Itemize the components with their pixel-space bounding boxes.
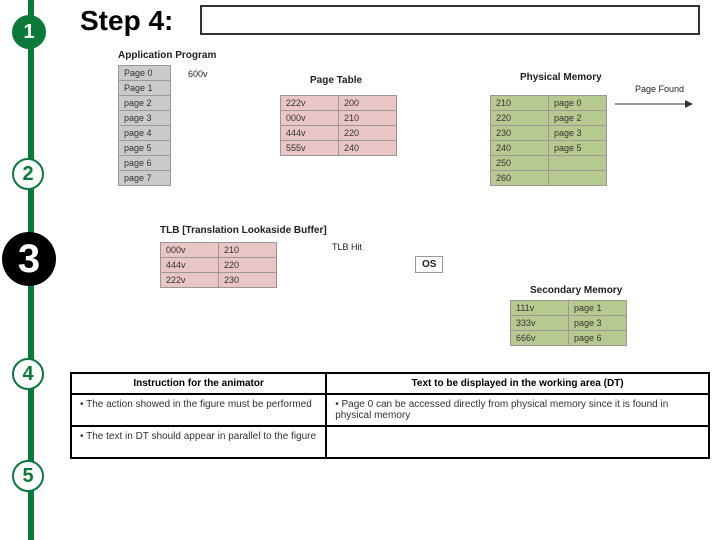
annot-pagefound: Page Found [635,84,684,94]
sm-cell: page 6 [569,331,627,346]
app-cell: Page 0 [119,66,171,81]
app-cell: page 6 [119,156,171,171]
page-title: Step 4: [80,5,173,37]
pm-cell: page 3 [549,126,607,141]
pt-cell: 240 [339,141,397,156]
step-marker-2: 2 [12,158,44,190]
os-box: OS [415,256,443,273]
pm-cell: 210 [491,96,549,111]
pm-cell: 220 [491,111,549,126]
tlb-cell: 230 [219,273,277,288]
pm-cell [549,171,607,186]
app-cell: page 7 [119,171,171,186]
step-marker-1: 1 [12,15,46,49]
tlb-cell: 220 [219,258,277,273]
instr-cell [326,426,709,458]
pm-cell [549,156,607,171]
pm-cell: 250 [491,156,549,171]
app-cell: page 5 [119,141,171,156]
instr-header: Instruction for the animator [71,373,326,394]
pt-cell: 000v [281,111,339,126]
tlb-cell: 000v [161,243,219,258]
step-marker-5: 5 [12,460,44,492]
pt-cell: 222v [281,96,339,111]
label-pm: Physical Memory [520,72,602,83]
pm-cell: 230 [491,126,549,141]
step-marker-3: 3 [2,232,56,286]
app-cell: page 3 [119,111,171,126]
sm-cell: 111v [511,301,569,316]
pm-cell: page 0 [549,96,607,111]
pt-cell: 555v [281,141,339,156]
annot-600v: 600v [188,69,208,79]
table-pt: 222v200 000v210 444v220 555v240 [280,95,397,156]
table-app: Page 0 Page 1 page 2 page 3 page 4 page … [118,65,171,186]
label-tlb: TLB [Translation Lookaside Buffer] [160,225,327,236]
instr-cell: • The action showed in the figure must b… [71,394,326,426]
pt-cell: 444v [281,126,339,141]
sm-cell: 333v [511,316,569,331]
instr-header: Text to be displayed in the working area… [326,373,709,394]
pt-cell: 210 [339,111,397,126]
instr-cell: • Page 0 can be accessed directly from p… [326,394,709,426]
instr-cell: • The text in DT should appear in parall… [71,426,326,458]
label-app: Application Program [118,50,216,61]
pm-cell: 240 [491,141,549,156]
pt-cell: 220 [339,126,397,141]
instruction-table: Instruction for the animator Text to be … [70,372,710,459]
table-sm: 111vpage 1 333vpage 3 666vpage 6 [510,300,627,346]
pm-cell: page 2 [549,111,607,126]
pt-cell: 200 [339,96,397,111]
tlb-cell: 210 [219,243,277,258]
annot-tlbhit: TLB Hit [332,242,362,252]
title-box [200,5,700,35]
diagram-area: Application Program Page 0 Page 1 page 2… [70,50,710,360]
tlb-cell: 222v [161,273,219,288]
sm-cell: page 3 [569,316,627,331]
label-pt: Page Table [310,75,362,86]
sm-cell: page 1 [569,301,627,316]
table-pm: 210page 0 220page 2 230page 3 240page 5 … [490,95,607,186]
table-tlb: 000v210 444v220 222v230 [160,242,277,288]
app-cell: page 4 [119,126,171,141]
tlb-cell: 444v [161,258,219,273]
pm-cell: page 5 [549,141,607,156]
app-cell: Page 1 [119,81,171,96]
label-sm: Secondary Memory [530,285,622,296]
pm-cell: 260 [491,171,549,186]
step-marker-4: 4 [12,358,44,390]
sm-cell: 666v [511,331,569,346]
app-cell: page 2 [119,96,171,111]
arrow-icon [615,98,695,110]
